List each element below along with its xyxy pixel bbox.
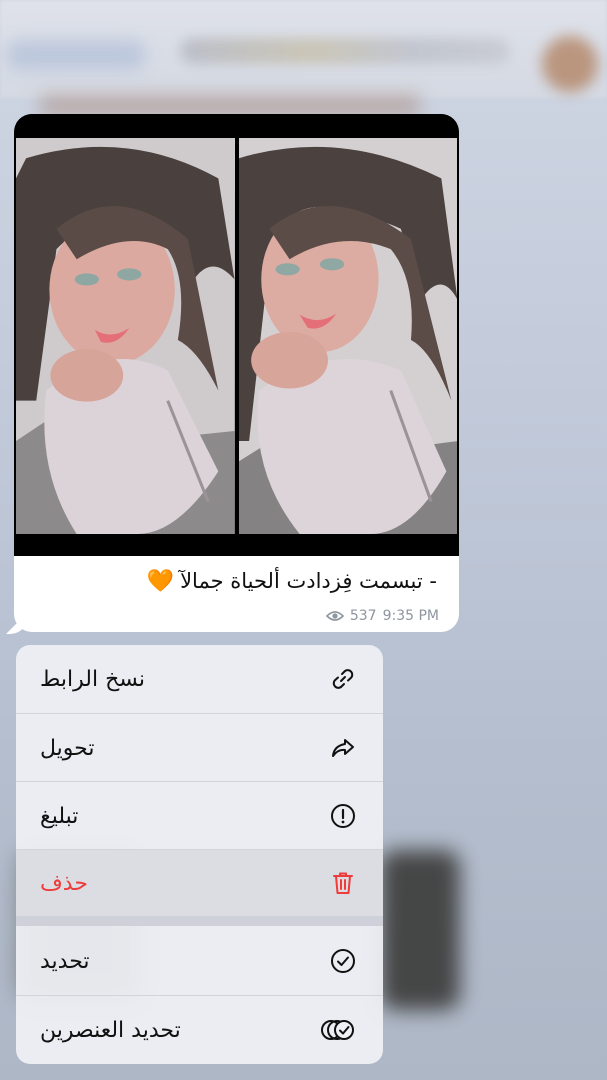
- photo-right[interactable]: [238, 114, 457, 556]
- context-menu: نسخ الرابط تحويل تبليغ حذف تحديد تحديد ا…: [16, 645, 383, 1064]
- blurred-message-bubble: [380, 850, 460, 1010]
- blurred-chat-title: [180, 38, 510, 64]
- forward-icon: [327, 733, 357, 763]
- menu-item-label: تحديد: [40, 948, 90, 974]
- trash-icon: [327, 868, 357, 898]
- message-meta: 537 9:35 PM: [325, 608, 439, 624]
- menu-item-select-both[interactable]: تحديد العنصرين: [16, 996, 383, 1064]
- photo-album: [14, 114, 459, 556]
- eye-icon: [325, 610, 344, 622]
- blurred-avatar: [542, 36, 598, 92]
- menu-item-label: نسخ الرابط: [40, 666, 146, 692]
- select-multiple-icon: [321, 1015, 357, 1045]
- menu-section-separator: [16, 916, 383, 926]
- view-count: 537: [349, 608, 377, 624]
- menu-item-delete[interactable]: حذف: [16, 850, 383, 916]
- menu-item-label: حذف: [40, 870, 88, 896]
- menu-item-label: تحديد العنصرين: [40, 1017, 181, 1043]
- photo-left[interactable]: [16, 114, 235, 556]
- checkmark-circle-icon: [327, 946, 357, 976]
- orange-heart-emoji: 🧡: [146, 569, 175, 594]
- blurred-back-button: [6, 40, 146, 70]
- menu-item-select[interactable]: تحديد: [16, 927, 383, 995]
- photo-portrait-image: [16, 138, 235, 534]
- photo-portrait-image: [238, 138, 457, 534]
- report-icon: [327, 801, 357, 831]
- message-bubble[interactable]: - تبسمت فِزدادت ألحياة جمالآ🧡 537 9:35 P…: [14, 114, 459, 632]
- link-icon: [327, 664, 357, 694]
- message-caption: - تبسمت فِزدادت ألحياة جمالآ🧡: [147, 569, 437, 594]
- menu-item-label: تبليغ: [40, 803, 79, 829]
- menu-item-forward[interactable]: تحويل: [16, 714, 383, 782]
- menu-item-report[interactable]: تبليغ: [16, 782, 383, 850]
- menu-item-label: تحويل: [40, 735, 95, 761]
- menu-item-copy-link[interactable]: نسخ الرابط: [16, 645, 383, 713]
- caption-text: - تبسمت فِزدادت ألحياة جمالآ: [180, 569, 437, 593]
- message-time: 9:35 PM: [382, 608, 439, 624]
